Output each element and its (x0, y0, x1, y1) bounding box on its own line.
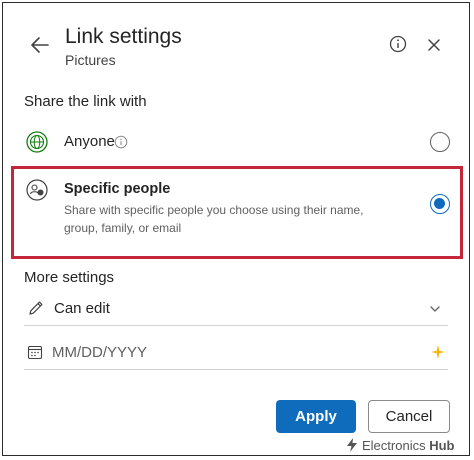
permission-dropdown[interactable]: Can edit (24, 292, 448, 326)
expiry-date-field[interactable] (24, 336, 448, 370)
electronics-hub-logo-icon (347, 438, 357, 452)
option-specific-people[interactable]: Specific people Share with specific peop… (14, 169, 460, 256)
people-icon (26, 179, 48, 201)
chevron-down-icon (430, 306, 440, 312)
pencil-icon (29, 301, 43, 315)
close-button[interactable] (425, 36, 443, 54)
globe-icon (26, 131, 48, 153)
dialog-title: Link settings (65, 25, 182, 48)
option-specific-people-label: Specific people (64, 181, 171, 197)
option-anyone-label: Anyone (64, 133, 115, 150)
info-icon (389, 35, 407, 53)
option-specific-people-description: Share with specific people you choose us… (64, 203, 364, 235)
option-anyone-radio[interactable] (430, 132, 450, 152)
arrow-left-icon (31, 37, 49, 53)
close-icon (428, 39, 440, 51)
cancel-button[interactable]: Cancel (368, 400, 450, 433)
back-button[interactable] (28, 33, 52, 57)
apply-button[interactable]: Apply (276, 400, 356, 433)
sparkle-icon (431, 345, 445, 359)
expiry-date-input[interactable] (52, 340, 392, 364)
permission-value: Can edit (54, 300, 110, 317)
option-specific-people-radio[interactable] (430, 194, 450, 214)
info-icon[interactable] (114, 135, 128, 149)
watermark-brand: Electronics (362, 438, 426, 453)
dialog-subtitle: Pictures (65, 52, 116, 68)
calendar-icon (27, 345, 43, 360)
watermark-suffix: Hub (429, 438, 455, 453)
option-anyone[interactable]: Anyone (20, 122, 460, 162)
info-button[interactable] (388, 34, 408, 54)
share-section-heading: Share the link with (24, 93, 147, 110)
more-settings-heading: More settings (24, 269, 115, 286)
